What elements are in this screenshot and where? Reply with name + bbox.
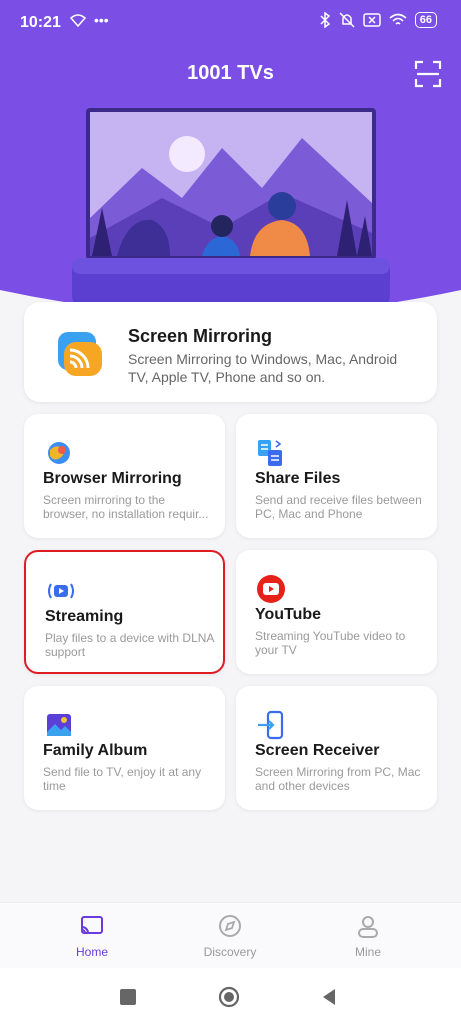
tv-illustration: [72, 108, 390, 306]
nav-mine[interactable]: Mine: [323, 913, 413, 959]
screen-receiver-icon: [258, 710, 284, 740]
nav-home-label: Home: [75, 945, 108, 959]
status-right-icons: 66: [319, 12, 437, 28]
cast-icon: [81, 916, 103, 934]
photo-album-icon: [47, 714, 71, 736]
more-dots-icon: •••: [94, 12, 109, 28]
status-time: 10:21: [20, 14, 61, 31]
tile-title: Screen Receiver: [255, 742, 380, 759]
share-files-tile[interactable]: Share Files Send and receive files betwe…: [236, 414, 437, 538]
tile-desc: Send and receive files between PC, Mac a…: [255, 493, 422, 521]
mute-icon: [339, 12, 355, 28]
tile-title: YouTube: [255, 606, 322, 623]
screen-mirroring-desc: Screen Mirroring to Windows, Mac, Androi…: [128, 351, 398, 385]
tile-title: Family Album: [43, 742, 148, 759]
streaming-icon: [48, 583, 74, 599]
tile-title: Streaming: [45, 608, 124, 625]
youtube-icon: [257, 575, 285, 603]
streaming-tile[interactable]: Streaming Play files to a device with DL…: [24, 550, 225, 674]
status-left-icons: •••: [70, 12, 109, 28]
wifi-signal-icon: [389, 13, 407, 25]
screen-receiver-tile[interactable]: Screen Receiver Screen Mirroring from PC…: [236, 686, 437, 810]
screen-mirroring-card[interactable]: Screen Mirroring Screen Mirroring to Win…: [24, 302, 437, 402]
no-sim-icon: [363, 13, 381, 27]
youtube-tile[interactable]: YouTube Streaming YouTube video to your …: [236, 550, 437, 674]
nav-home[interactable]: Home: [47, 913, 137, 959]
tile-desc: Play files to a device with DLNA support: [45, 631, 214, 659]
bluetooth-icon: [320, 12, 330, 28]
screen-mirroring-title: Screen Mirroring: [128, 326, 273, 346]
tile-desc: Streaming YouTube video to your TV: [255, 629, 406, 657]
screen-mirroring-icon: [58, 332, 102, 376]
nav-discovery[interactable]: Discovery: [185, 913, 275, 959]
tile-desc: Screen Mirroring from PC, Mac and other …: [255, 765, 421, 793]
back-icon[interactable]: [318, 986, 340, 1008]
share-files-icon: [258, 440, 282, 466]
app-title: 1001 TVs: [187, 62, 274, 84]
wifi-icon: [70, 14, 86, 27]
status-bar: 10:21 ••• 66: [0, 0, 461, 44]
system-nav-bar: [0, 968, 461, 1024]
browser-mirroring-tile[interactable]: Browser Mirroring Screen mirroring to th…: [24, 414, 225, 538]
scan-icon[interactable]: [414, 60, 442, 88]
tile-title: Share Files: [255, 470, 341, 487]
nav-mine-label: Mine: [354, 945, 381, 959]
bottom-nav: Home Discovery Mine: [0, 902, 461, 968]
nav-discovery-label: Discovery: [203, 945, 257, 959]
tile-title: Browser Mirroring: [43, 470, 182, 487]
recents-icon[interactable]: [117, 986, 139, 1008]
browser-globe-icon: [48, 442, 70, 464]
person-icon: [358, 916, 378, 938]
compass-icon: [219, 915, 241, 937]
tile-desc: Screen mirroring to the browser, no inst…: [43, 493, 209, 521]
battery-indicator: 66: [414, 12, 437, 28]
home-button-icon[interactable]: [218, 986, 240, 1008]
tile-desc: Send file to TV, enjoy it at any time: [43, 765, 202, 793]
family-album-tile[interactable]: Family Album Send file to TV, enjoy it a…: [24, 686, 225, 810]
